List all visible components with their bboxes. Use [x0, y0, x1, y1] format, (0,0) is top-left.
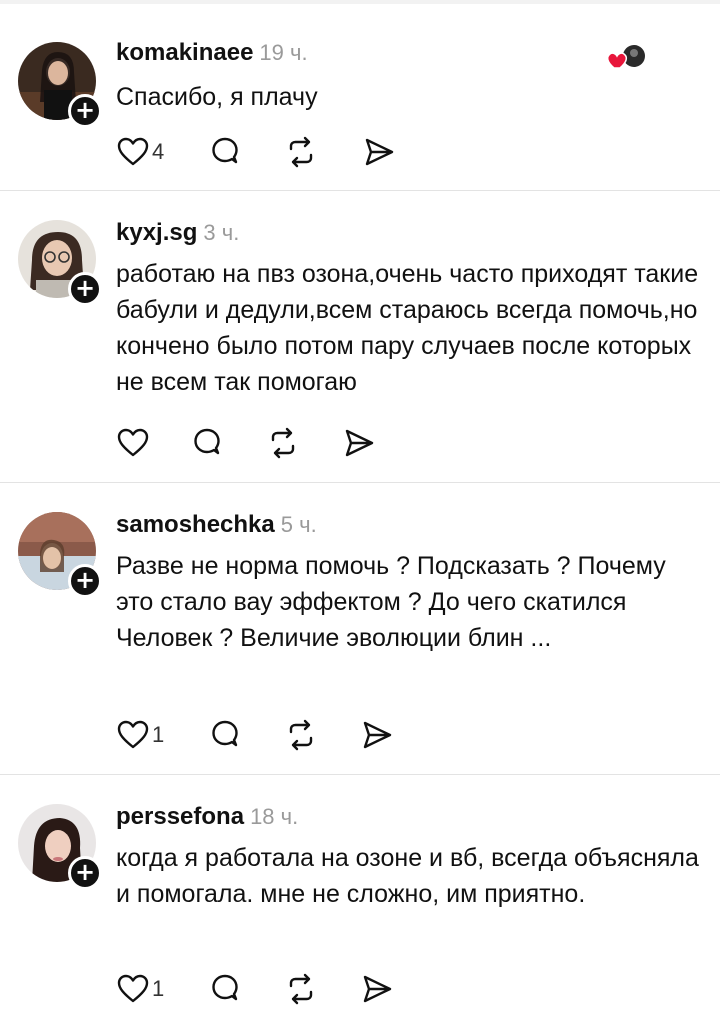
comment-username[interactable]: kyxj.sg: [116, 219, 197, 246]
like-button[interactable]: [116, 423, 152, 463]
follow-plus-icon[interactable]: +: [68, 272, 102, 306]
repost-button[interactable]: [284, 132, 318, 172]
repost-arrows-icon: [289, 973, 313, 1005]
repost-arrows-icon: [271, 427, 295, 459]
heart-outline-icon: [117, 137, 149, 166]
comment-time: 3 ч.: [203, 220, 240, 245]
send-arrow-icon: [345, 429, 374, 457]
reply-button[interactable]: [190, 423, 224, 463]
comment-text: работаю на пвз озона,очень часто приходя…: [116, 260, 699, 396]
send-arrow-icon: [363, 721, 392, 749]
comment-item: + kyxj.sg 3 ч. работаю на пвз озона,очень…: [0, 190, 720, 482]
comment-time: 5 ч.: [280, 512, 317, 537]
like-count: 1: [152, 976, 165, 1001]
chat-bubble-icon: [212, 137, 238, 164]
repost-button[interactable]: [284, 969, 318, 1009]
follow-plus-icon[interactable]: +: [68, 856, 102, 890]
avatar-container[interactable]: +: [18, 804, 102, 890]
chat-bubble-icon: [212, 720, 238, 747]
reply-button[interactable]: [208, 969, 242, 1009]
share-button[interactable]: [360, 969, 394, 1009]
follow-plus-icon[interactable]: +: [68, 564, 102, 598]
like-count: 1: [152, 722, 165, 747]
repost-arrows-icon: [289, 136, 313, 168]
comment-time: 19 ч.: [259, 40, 308, 65]
comment-username[interactable]: komakinaee: [116, 39, 253, 66]
repost-arrows-icon: [289, 719, 313, 751]
repost-button[interactable]: [266, 423, 300, 463]
comment-item: + samoshechka 5 ч. Разве не норма помочь …: [0, 482, 720, 774]
comment-text: когда я работала на озоне и вб, всегда о…: [116, 844, 699, 908]
like-count: 4: [152, 139, 165, 164]
comment-username[interactable]: perssefona: [116, 803, 244, 830]
reply-button[interactable]: [208, 132, 242, 172]
chat-bubble-icon: [212, 974, 238, 1001]
avatar-container[interactable]: +: [18, 512, 102, 598]
share-button[interactable]: [360, 715, 394, 755]
share-button[interactable]: [362, 132, 396, 172]
repost-button[interactable]: [284, 715, 318, 755]
comment-item: + komakinaee 19 ч. Спасибо, я плачу 4: [0, 0, 720, 190]
share-button[interactable]: [342, 423, 376, 463]
comment-time: 18 ч.: [250, 804, 299, 829]
follow-plus-icon[interactable]: +: [68, 94, 102, 128]
comment-text: Разве не норма помочь ? Подсказать ? Поч…: [116, 552, 666, 652]
reply-button[interactable]: [208, 715, 242, 755]
heart-outline-icon: [117, 720, 149, 749]
comment-text: Спасибо, я плачу: [116, 83, 318, 111]
comment-item: + perssefona 18 ч. когда я работала на оз…: [0, 774, 720, 1015]
chat-bubble-icon: [194, 428, 220, 455]
comment-username[interactable]: samoshechka: [116, 511, 275, 538]
heart-outline-icon: [117, 428, 149, 457]
send-arrow-icon: [363, 975, 392, 1003]
like-button[interactable]: 1: [116, 715, 164, 755]
like-button[interactable]: 4: [116, 132, 164, 172]
send-arrow-icon: [365, 138, 394, 166]
like-button[interactable]: 1: [116, 969, 164, 1009]
creator-liked-badge: [604, 42, 650, 76]
avatar-container[interactable]: +: [18, 220, 102, 306]
avatar-container[interactable]: +: [18, 42, 102, 128]
heart-outline-icon: [117, 974, 149, 1003]
